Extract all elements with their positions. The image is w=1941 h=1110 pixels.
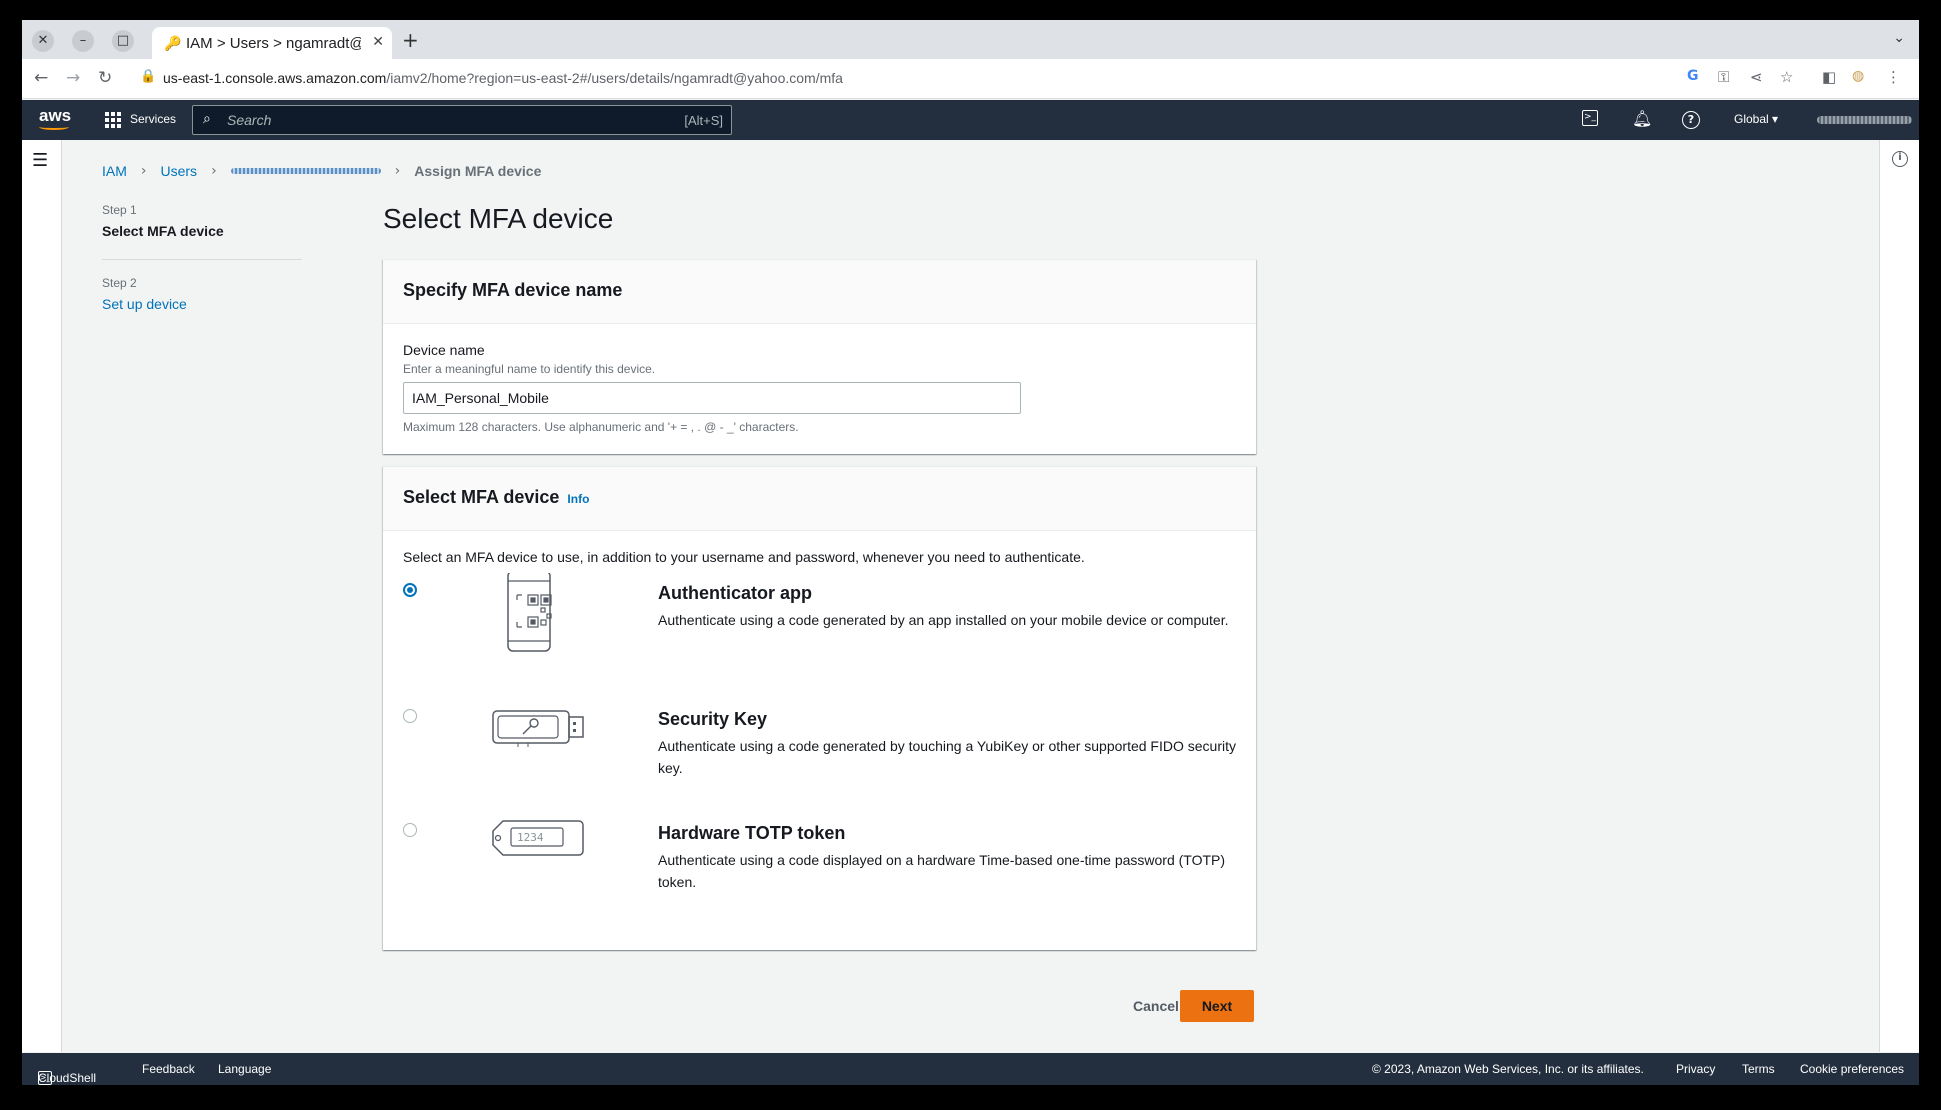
left-rail: ☰: [22, 140, 62, 1052]
key-icon[interactable]: ⚿: [1718, 68, 1729, 86]
console-footer: >_ CloudShell Feedback Language © 2023, A…: [22, 1053, 1919, 1085]
browser-toolbar: ← → ↻ 🔒 us-east-1.console.aws.amazon.com…: [22, 59, 1919, 99]
browser-menu-icon[interactable]: ⋮: [1886, 68, 1901, 86]
device-name-panel: Specify MFA device name Device name Ente…: [383, 259, 1256, 454]
chevron-right-icon: ›: [394, 163, 401, 179]
footer-language[interactable]: Language: [218, 1062, 271, 1076]
wizard-steps: Step 1 Select MFA device Step 2 Set up d…: [102, 203, 302, 312]
step-1-number: Step 1: [102, 203, 137, 217]
cloudshell-icon[interactable]: >_: [1582, 110, 1598, 126]
footer-cloudshell-label: CloudShell: [38, 1071, 97, 1085]
forward-icon[interactable]: →: [66, 68, 80, 88]
radio-hardware-totp[interactable]: [403, 823, 417, 837]
footer-terms[interactable]: Terms: [1742, 1062, 1775, 1076]
window-minimize-icon[interactable]: –: [72, 30, 94, 52]
phone-qr-icon: [507, 573, 552, 652]
browser-window: ✕ – □ 🔑 IAM > Users > ngamradt@yahoo.com…: [22, 20, 1919, 1085]
menu-hamburger-icon[interactable]: ☰: [32, 150, 48, 171]
page-title: Select MFA device: [383, 203, 614, 234]
breadcrumb-user-redacted[interactable]: [230, 168, 381, 174]
tab-title: IAM > Users > ngamradt@yahoo.com: [186, 35, 361, 52]
option-title: Security Key: [658, 709, 768, 729]
option-description: Authenticate using a code generated by t…: [658, 738, 1236, 776]
services-menu[interactable]: Services: [130, 112, 176, 126]
chevron-right-icon: ›: [140, 163, 147, 179]
url-host: us-east-1.console.aws.amazon.com: [163, 70, 387, 86]
tab-close-icon[interactable]: ✕: [372, 34, 384, 50]
breadcrumb-users[interactable]: Users: [161, 163, 198, 179]
tab-strip: ✕ – □ 🔑 IAM > Users > ngamradt@yahoo.com…: [22, 20, 1919, 59]
info-link[interactable]: Info: [567, 492, 589, 506]
search-shortcut-hint: [Alt+S]: [684, 113, 723, 128]
footer-privacy[interactable]: Privacy: [1676, 1062, 1715, 1076]
breadcrumb-iam[interactable]: IAM: [102, 163, 127, 179]
window-close-icon[interactable]: ✕: [32, 30, 54, 52]
panel-header: Specify MFA device name: [383, 260, 1256, 324]
device-name-constraint: Maximum 128 characters. Use alphanumeric…: [403, 420, 799, 434]
browser-tab[interactable]: 🔑 IAM > Users > ngamradt@yahoo.com ✕: [152, 27, 392, 59]
step-2-link[interactable]: Set up device: [102, 296, 302, 312]
device-name-input[interactable]: [403, 382, 1021, 414]
aws-top-nav: aws Services ⌕ [Alt+S] >_ 🔔︎ ? Global ▾: [22, 100, 1919, 140]
tab-search-chevron-icon[interactable]: ⌄: [1893, 30, 1905, 46]
new-tab-icon[interactable]: +: [402, 28, 419, 52]
next-button[interactable]: Next: [1180, 990, 1254, 1022]
aws-logo[interactable]: aws: [39, 106, 71, 126]
bookmark-star-icon[interactable]: ☆: [1780, 68, 1793, 86]
token-display-text: 1234: [517, 831, 544, 844]
account-menu[interactable]: [1817, 116, 1912, 124]
chevron-right-icon: ›: [211, 163, 217, 179]
iam-favicon-icon: 🔑: [164, 36, 182, 52]
search-input[interactable]: [227, 111, 627, 129]
search-icon: ⌕: [203, 111, 211, 127]
google-icon[interactable]: G: [1687, 68, 1699, 84]
option-title: Hardware TOTP token: [658, 823, 846, 843]
device-name-description: Enter a meaningful name to identify this…: [403, 362, 656, 376]
device-name-label: Device name: [403, 342, 485, 358]
step-1-title: Select MFA device: [102, 223, 224, 239]
window-maximize-icon[interactable]: □: [112, 30, 134, 52]
info-panel-icon[interactable]: i: [1892, 151, 1908, 167]
share-icon[interactable]: ⋖: [1750, 68, 1763, 86]
url-path: /iamv2/home?region=us-east-2#/users/deta…: [386, 70, 843, 86]
totp-token-icon: 1234: [492, 820, 584, 856]
option-description: Authenticate using a code displayed on a…: [658, 852, 1226, 890]
step-divider: [102, 259, 302, 260]
extension-icon[interactable]: ◍: [1852, 68, 1864, 84]
panel-title: Select MFA device: [403, 487, 560, 507]
notifications-bell-icon[interactable]: 🔔︎: [1632, 109, 1652, 128]
option-authenticator-app[interactable]: Authenticator app Authenticate using a c…: [403, 573, 1243, 683]
lock-icon[interactable]: 🔒: [140, 69, 156, 84]
security-key-icon: [492, 710, 584, 747]
radio-security-key[interactable]: [403, 709, 417, 723]
option-description: Authenticate using a code generated by a…: [658, 612, 1229, 628]
breadcrumb: IAM › Users › › Assign MFA device: [102, 163, 541, 179]
option-security-key[interactable]: Security Key Authenticate using a code g…: [403, 709, 1243, 799]
help-icon[interactable]: ?: [1682, 111, 1700, 129]
panel-header: Select MFA device Info: [383, 467, 1256, 531]
back-icon[interactable]: ←: [34, 68, 48, 88]
option-hardware-totp[interactable]: 1234 Hardware TOTP token Authenticate us…: [403, 820, 1243, 913]
address-bar[interactable]: us-east-1.console.aws.amazon.com/iamv2/h…: [163, 70, 843, 86]
aws-logo-smile: [39, 124, 69, 130]
console-search[interactable]: ⌕ [Alt+S]: [192, 105, 732, 135]
right-rail: i: [1879, 140, 1919, 1052]
footer-cookie-preferences[interactable]: Cookie preferences: [1800, 1062, 1904, 1076]
side-panel-icon[interactable]: ◧: [1822, 68, 1836, 86]
mfa-intro-text: Select an MFA device to use, in addition…: [403, 549, 1085, 565]
reload-icon[interactable]: ↻: [98, 68, 112, 88]
footer-copyright: © 2023, Amazon Web Services, Inc. or its…: [1372, 1062, 1644, 1076]
step-2-number: Step 2: [102, 276, 137, 290]
option-title: Authenticator app: [658, 583, 813, 603]
region-selector[interactable]: Global ▾: [1734, 112, 1778, 126]
radio-authenticator-app[interactable]: [403, 583, 417, 597]
mfa-device-panel: Select MFA device Info Select an MFA devi…: [383, 466, 1256, 950]
services-grid-icon[interactable]: [105, 112, 121, 128]
footer-feedback[interactable]: Feedback: [142, 1062, 195, 1076]
breadcrumb-current: Assign MFA device: [414, 163, 542, 179]
